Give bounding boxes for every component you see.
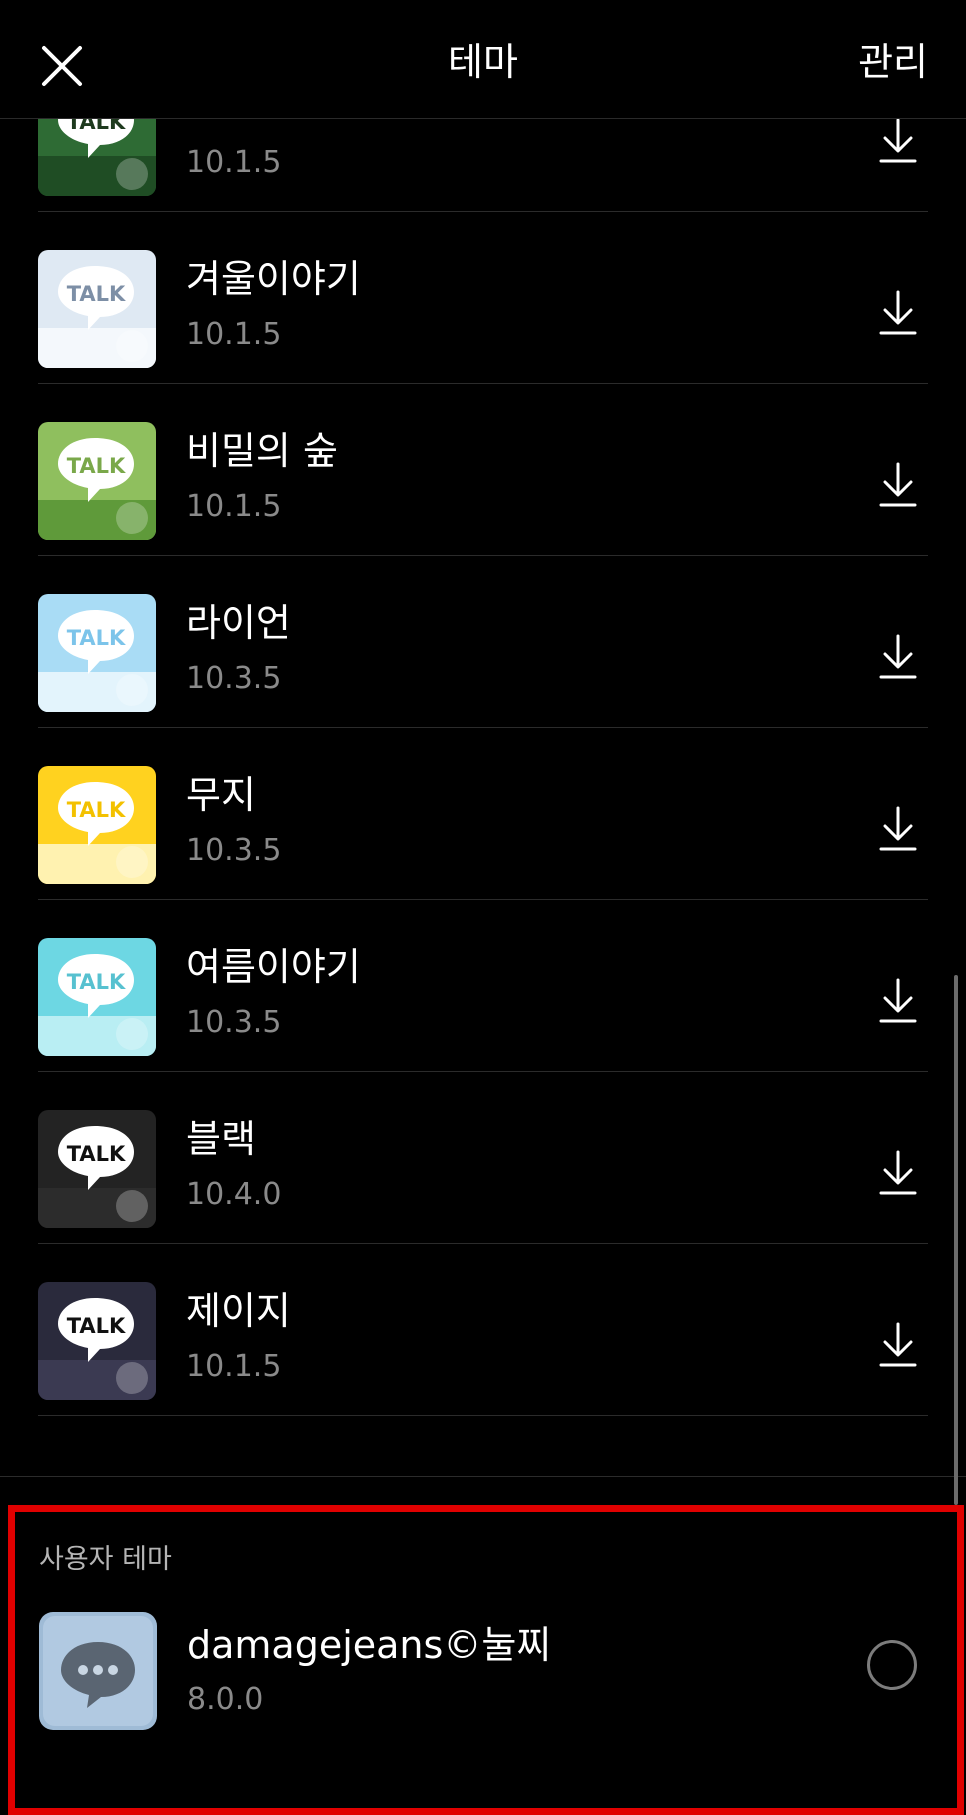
- theme-thumbnail: TALK: [38, 766, 156, 884]
- theme-thumbnail: TALK: [38, 422, 156, 540]
- manage-button[interactable]: 관리: [858, 36, 928, 88]
- theme-name: 무지: [186, 773, 256, 817]
- divider: [0, 1476, 966, 1477]
- theme-version: 10.3.5: [186, 1005, 282, 1040]
- download-icon: [879, 806, 917, 851]
- theme-item[interactable]: TALK 겨울이야기 10.1.5: [0, 212, 966, 384]
- download-icon: [879, 1322, 917, 1367]
- theme-name: 여름이야기: [186, 945, 361, 989]
- section-label: 사용자 테마: [39, 1544, 172, 1575]
- thumbnail-talk-label: TALK: [67, 1142, 126, 1166]
- user-theme-section: 사용자 테마 damagejeans©눌찌 8.0.0: [8, 1505, 964, 1815]
- theme-version: 10.1.5: [186, 1349, 282, 1384]
- download-button[interactable]: [878, 462, 918, 508]
- theme-name: damagejeans©눌찌: [187, 1623, 552, 1667]
- download-button[interactable]: [878, 978, 918, 1024]
- download-button[interactable]: [878, 290, 918, 336]
- theme-name: 비밀의 숲: [186, 429, 338, 473]
- thumbnail-talk-label: TALK: [67, 282, 126, 306]
- page-title: 테마: [448, 40, 518, 84]
- theme-list: TALK 10.1.5 TALK 겨울이야기 10.1.5 TALK 비밀의 숲…: [0, 40, 966, 1416]
- user-theme-thumbnail: [39, 1612, 157, 1730]
- download-icon: [879, 634, 917, 679]
- theme-name: 라이언: [186, 601, 291, 645]
- row-divider: [38, 1415, 928, 1416]
- theme-thumbnail: TALK: [38, 1282, 156, 1400]
- user-theme-item[interactable]: damagejeans©눌찌 8.0.0: [15, 1612, 957, 1762]
- theme-item[interactable]: TALK 라이언 10.3.5: [0, 556, 966, 728]
- download-icon: [879, 462, 917, 507]
- theme-version: 10.1.5: [186, 317, 282, 352]
- select-radio[interactable]: [867, 1640, 917, 1690]
- theme-item[interactable]: TALK 무지 10.3.5: [0, 728, 966, 900]
- download-button[interactable]: [878, 118, 918, 164]
- theme-version: 10.1.5: [186, 145, 282, 180]
- download-icon: [879, 978, 917, 1023]
- theme-version: 8.0.0: [187, 1682, 264, 1717]
- theme-item[interactable]: TALK 비밀의 숲 10.1.5: [0, 384, 966, 556]
- theme-name: 겨울이야기: [186, 257, 361, 301]
- theme-version: 10.3.5: [186, 833, 282, 868]
- download-button[interactable]: [878, 1322, 918, 1368]
- download-icon: [879, 118, 917, 163]
- theme-name: 제이지: [186, 1289, 291, 1333]
- theme-item[interactable]: TALK 여름이야기 10.3.5: [0, 900, 966, 1072]
- thumbnail-talk-label: TALK: [67, 970, 126, 994]
- theme-thumbnail: TALK: [38, 250, 156, 368]
- download-button[interactable]: [878, 806, 918, 852]
- theme-version: 10.1.5: [186, 489, 282, 524]
- top-bar: 테마 관리: [0, 0, 966, 119]
- theme-thumbnail: TALK: [38, 938, 156, 1056]
- download-button[interactable]: [878, 1150, 918, 1196]
- download-icon: [879, 1150, 917, 1195]
- theme-item[interactable]: TALK 제이지 10.1.5: [0, 1244, 966, 1416]
- theme-item[interactable]: TALK 블랙 10.4.0: [0, 1072, 966, 1244]
- thumbnail-talk-label: TALK: [67, 454, 126, 478]
- thumbnail-talk-label: TALK: [67, 626, 126, 650]
- scrollbar[interactable]: [954, 975, 958, 1505]
- theme-name: 블랙: [186, 1117, 256, 1161]
- thumbnail-talk-label: TALK: [67, 798, 126, 822]
- theme-version: 10.3.5: [186, 661, 282, 696]
- theme-thumbnail: TALK: [38, 594, 156, 712]
- download-icon: [879, 290, 917, 335]
- theme-version: 10.4.0: [186, 1177, 282, 1212]
- theme-thumbnail: TALK: [38, 1110, 156, 1228]
- download-button[interactable]: [878, 634, 918, 680]
- thumbnail-talk-label: TALK: [67, 1314, 126, 1338]
